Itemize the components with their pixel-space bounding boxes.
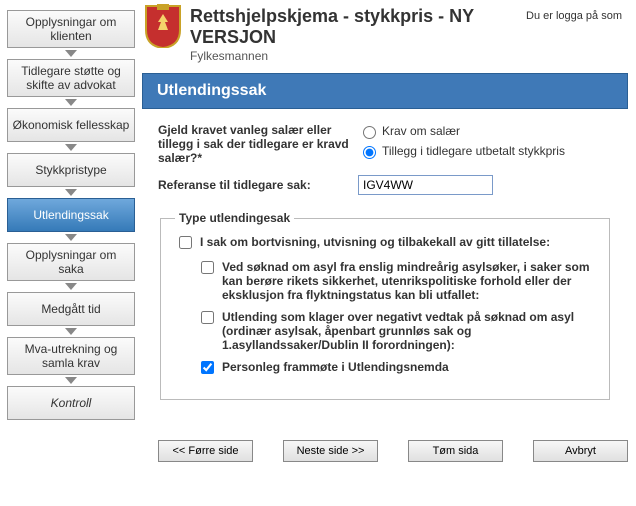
- nav-label: Opplysningar om saka: [12, 248, 130, 276]
- chk-label: I sak om bortvisning, utvisning og tilba…: [200, 235, 550, 249]
- nav-item-opplysningar-saka[interactable]: Opplysningar om saka: [7, 243, 135, 281]
- ref-input[interactable]: [358, 175, 493, 195]
- subtitle: Fylkesmannen: [190, 49, 526, 63]
- chk-asyl-mindrearig[interactable]: [201, 261, 214, 274]
- chk-bortvisning[interactable]: [179, 236, 192, 249]
- header: Rettshjelpskjema - stykkpris - NY VERSJO…: [142, 4, 628, 63]
- radio-tillegg[interactable]: [363, 146, 376, 159]
- panel-title: Utlendingssak: [142, 73, 628, 109]
- nav-label: Økonomisk fellesskap: [13, 118, 130, 132]
- arrow-icon: [65, 328, 77, 335]
- radio-krav-salaer[interactable]: [363, 126, 376, 139]
- type-utlendingesak-group: Type utlendingesak I sak om bortvisning,…: [160, 211, 610, 400]
- nav-item-kontroll[interactable]: Kontroll: [7, 386, 135, 420]
- arrow-icon: [65, 377, 77, 384]
- chk-frammote[interactable]: [201, 361, 214, 374]
- chk-klage-asyl[interactable]: [201, 311, 214, 324]
- main-content: Rettshjelpskjema - stykkpris - NY VERSJO…: [138, 4, 632, 462]
- sidebar: Opplysningar om klienten Tidlegare støtt…: [4, 4, 138, 462]
- radio-label: Tillegg i tidlegare utbetalt stykkpris: [382, 144, 565, 158]
- fieldset-legend: Type utlendingesak: [175, 211, 294, 225]
- chk-label: Ved søknad om asyl fra enslig mindreårig…: [222, 260, 595, 302]
- nav-label: Stykkpristype: [35, 163, 106, 177]
- prev-button[interactable]: << Førre side: [158, 440, 253, 462]
- app-title: Rettshjelpskjema - stykkpris - NY VERSJO…: [190, 4, 526, 48]
- nav-item-utlendingssak[interactable]: Utlendingssak: [7, 198, 135, 232]
- chk-label: Personleg frammøte i Utlendingsnemda: [222, 360, 449, 374]
- next-button[interactable]: Neste side >>: [283, 440, 378, 462]
- chk-label: Utlending som klager over negativt vedta…: [222, 310, 595, 352]
- salary-question: Gjeld kravet vanleg salær eller tillegg …: [158, 123, 358, 165]
- arrow-icon: [65, 50, 77, 57]
- nav-label: Mva-utrekning og samla krav: [12, 342, 130, 370]
- nav-label: Opplysningar om klienten: [12, 15, 130, 43]
- panel-body: Gjeld kravet vanleg salær eller tillegg …: [142, 109, 628, 410]
- arrow-icon: [65, 189, 77, 196]
- nav-label: Tidlegare støtte og skifte av advokat: [12, 64, 130, 92]
- arrow-icon: [65, 99, 77, 106]
- nav-item-medgatt-tid[interactable]: Medgått tid: [7, 292, 135, 326]
- nav-item-klient[interactable]: Opplysningar om klienten: [7, 10, 135, 48]
- nav-item-mva[interactable]: Mva-utrekning og samla krav: [7, 337, 135, 375]
- button-row: << Førre side Neste side >> Tøm sida Avb…: [142, 440, 628, 462]
- crest-icon: [142, 4, 184, 48]
- arrow-icon: [65, 234, 77, 241]
- nav-label: Utlendingssak: [33, 208, 108, 222]
- ref-label: Referanse til tidlegare sak:: [158, 178, 358, 192]
- cancel-button[interactable]: Avbryt: [533, 440, 628, 462]
- arrow-icon: [65, 283, 77, 290]
- nav-label: Kontroll: [51, 396, 92, 410]
- clear-button[interactable]: Tøm sida: [408, 440, 503, 462]
- login-note: Du er logga på som: [526, 4, 628, 22]
- nav-item-stykkpristype[interactable]: Stykkpristype: [7, 153, 135, 187]
- nav-item-tidlegare[interactable]: Tidlegare støtte og skifte av advokat: [7, 59, 135, 97]
- nav-item-okonomisk[interactable]: Økonomisk fellesskap: [7, 108, 135, 142]
- arrow-icon: [65, 144, 77, 151]
- nav-label: Medgått tid: [41, 302, 100, 316]
- radio-label: Krav om salær: [382, 124, 460, 138]
